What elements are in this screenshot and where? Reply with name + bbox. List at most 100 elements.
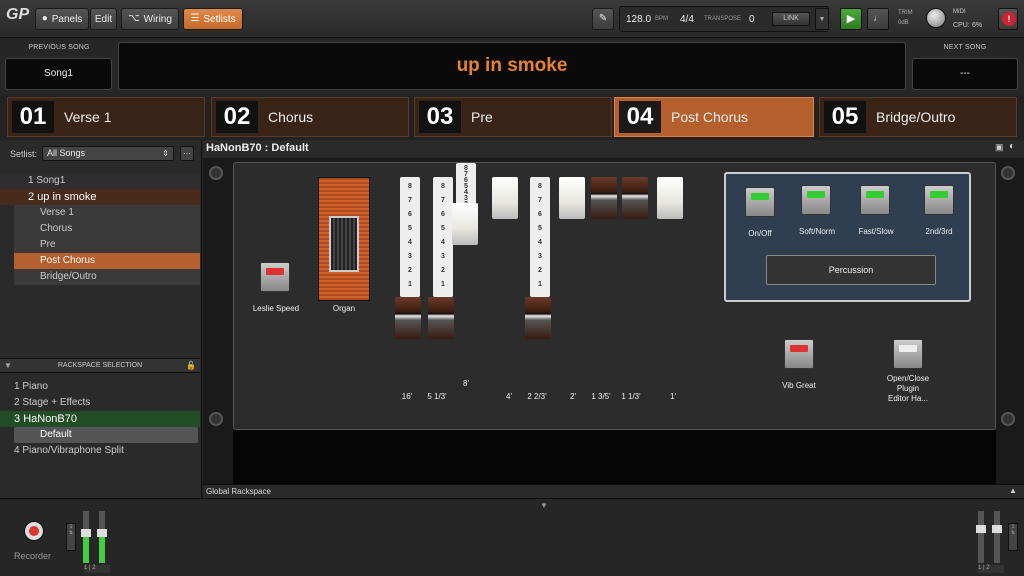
- rotor-switch-handle[interactable]: [329, 216, 359, 272]
- rack-screw: [1001, 412, 1015, 426]
- drawbar-footage-label: 16': [401, 392, 413, 401]
- setlist-menu-button[interactable]: ⋯: [180, 146, 194, 161]
- chevron-down-icon[interactable]: ▼: [540, 501, 548, 510]
- drawbar-number: 7: [441, 197, 445, 204]
- perc-soft-norm-button[interactable]: [801, 185, 831, 215]
- song-item-2[interactable]: 2 up in smoke: [0, 189, 200, 205]
- settings-icon[interactable]: ◐: [1009, 141, 1015, 152]
- song-part-item[interactable]: Chorus: [14, 221, 200, 237]
- drawbar-handle[interactable]: [525, 297, 551, 339]
- led-indicator: [807, 191, 825, 198]
- rackspace-item-4[interactable]: 4 Piano/Vibraphone Split: [0, 443, 200, 459]
- cpu-value: 6%: [972, 22, 983, 29]
- rack-number: 1: [14, 381, 20, 392]
- percussion-button[interactable]: Percussion: [766, 255, 936, 285]
- song-number: 2: [28, 191, 35, 203]
- part-button-4[interactable]: 04 Post Chorus: [614, 97, 814, 137]
- rackspace-item-2[interactable]: 2 Stage + Effects: [0, 395, 200, 411]
- part-number: 05: [824, 101, 866, 133]
- drawbar-handle[interactable]: [591, 177, 617, 219]
- record-icon: [29, 526, 39, 536]
- bpm-value[interactable]: 128.0: [626, 14, 651, 25]
- input-channel-labels: 1 | 2: [84, 565, 110, 573]
- record-button[interactable]: [24, 521, 44, 541]
- fader-handle[interactable]: [81, 529, 91, 537]
- drawbar-handle[interactable]: [452, 203, 478, 245]
- global-rackspace-bar[interactable]: Global Rackspace ▲: [203, 484, 1024, 498]
- drawbar-handle[interactable]: [622, 177, 648, 219]
- drawbar-footage-label: 4': [506, 392, 512, 401]
- part-button-3[interactable]: 03 Pre: [414, 97, 612, 137]
- part-button-5[interactable]: 05 Bridge/Outro: [819, 97, 1017, 137]
- wiring-icon: ⌥: [128, 13, 140, 24]
- vib-great-button[interactable]: [784, 339, 814, 369]
- panic-button[interactable]: !: [998, 8, 1018, 30]
- drawbar-footage-label: 1 1/3': [621, 392, 641, 401]
- input-selector[interactable]: 1 ⇅: [66, 523, 76, 551]
- perc-harmonic-button[interactable]: [924, 185, 954, 215]
- organ-panel: Leslie Speed Organ 8 7 6 5 4 3 2 1 16' 8 7 6 5 4 3 2 1 5 …: [233, 162, 996, 430]
- time-signature[interactable]: 4/4: [680, 14, 694, 25]
- wiring-button[interactable]: ⌥ Wiring: [121, 8, 179, 30]
- expand-up-icon[interactable]: ▲: [1009, 486, 1017, 495]
- trim-knob[interactable]: [926, 8, 946, 28]
- drawbar-handle[interactable]: [492, 177, 518, 219]
- part-button-1[interactable]: 01 Verse 1: [7, 97, 205, 137]
- drawbar-number: 2: [441, 267, 445, 274]
- song-item-1[interactable]: 1 Song1: [0, 173, 200, 189]
- drawbar-number: 3: [538, 253, 542, 260]
- metronome-icon: ♩: [873, 13, 883, 24]
- play-button[interactable]: ▶: [840, 8, 862, 30]
- perc-fast-slow-button[interactable]: [860, 185, 890, 215]
- plugin-editor-button[interactable]: [893, 339, 923, 369]
- song-part-item-selected[interactable]: Post Chorus: [14, 253, 200, 269]
- part-name: Pre: [471, 109, 493, 125]
- edit-button[interactable]: Edit: [90, 8, 117, 30]
- tempo-dropdown[interactable]: ▼: [815, 8, 829, 30]
- fader-handle[interactable]: [97, 529, 107, 537]
- metronome-button[interactable]: ♩: [867, 8, 889, 30]
- drawbar-rod: 8 7 6 5 4 3 2 1: [400, 177, 420, 297]
- drawbar-handle[interactable]: [559, 177, 585, 219]
- perc-on-off-button[interactable]: [745, 187, 775, 217]
- tools-button[interactable]: ✎: [592, 8, 614, 30]
- output-meter-r: [992, 511, 1002, 563]
- rackspace-item-1[interactable]: 1 Piano: [0, 379, 200, 395]
- bpm-label: BPM: [655, 16, 669, 22]
- fader-handle[interactable]: [992, 525, 1002, 533]
- previous-song-button[interactable]: Song1: [5, 58, 112, 90]
- panel-title: HaNonB70 : Default: [206, 142, 309, 154]
- song-part-item[interactable]: Bridge/Outro: [14, 269, 200, 285]
- next-song-button[interactable]: ---: [912, 58, 1018, 90]
- rack-screw: [209, 166, 223, 180]
- list-icon: ☰: [190, 13, 200, 24]
- organ-rotor-switch[interactable]: [318, 177, 370, 301]
- leslie-speed-button[interactable]: [260, 262, 290, 292]
- song-part-item[interactable]: Pre: [14, 237, 200, 253]
- global-rackspace-label: Global Rackspace: [206, 487, 271, 496]
- save-icon[interactable]: ▣: [995, 142, 1004, 153]
- lock-icon[interactable]: 🔓: [186, 361, 196, 370]
- panels-button[interactable]: ● Panels: [35, 8, 89, 30]
- setlists-button[interactable]: ☰ Setlists: [183, 8, 243, 30]
- drawbar-footage-label: 2': [570, 392, 576, 401]
- variation-item[interactable]: Default: [14, 427, 198, 443]
- rackspace-item-3[interactable]: 3 HaNonB70: [0, 411, 200, 427]
- play-icon: ▶: [846, 13, 856, 25]
- setlist-select[interactable]: All Songs ⇕: [42, 146, 174, 161]
- drawbar-handle[interactable]: [395, 297, 421, 339]
- drawbar-footage-label: 1': [670, 392, 676, 401]
- fader-handle[interactable]: [976, 525, 986, 533]
- part-button-2[interactable]: 02 Chorus: [211, 97, 409, 137]
- transpose-value[interactable]: 0: [749, 14, 755, 25]
- rack-name: Piano: [22, 381, 48, 392]
- part-name: Post Chorus: [671, 109, 749, 125]
- led-indicator: [751, 193, 769, 200]
- drawbar-handle[interactable]: [428, 297, 454, 339]
- song-part-item[interactable]: Verse 1: [14, 205, 200, 221]
- drawbar-handle[interactable]: [657, 177, 683, 219]
- link-button[interactable]: LINK: [772, 12, 810, 26]
- part-number: 04: [619, 101, 661, 133]
- drawbar-number: 6: [441, 211, 445, 218]
- output-selector[interactable]: 1 ⇅: [1008, 523, 1018, 551]
